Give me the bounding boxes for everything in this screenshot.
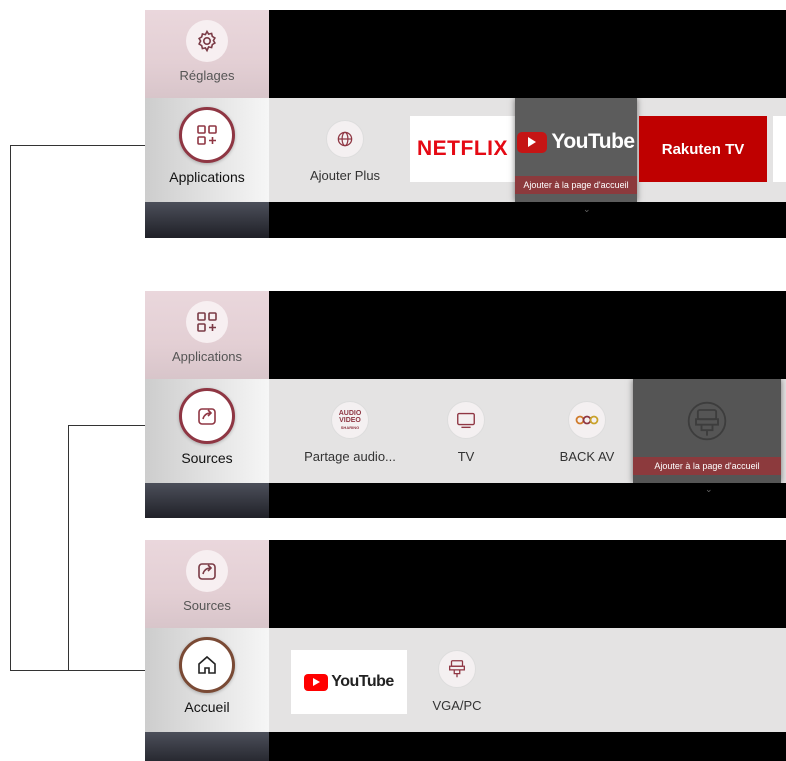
vga-icon (438, 650, 476, 688)
side-item-below (145, 483, 269, 518)
add-to-home-tooltip[interactable]: Ajouter à la page d'accueil (633, 457, 781, 475)
source-icon (179, 388, 235, 444)
item-label: Ajouter Plus (309, 168, 381, 183)
youtube-wordmark: YouTube (551, 130, 635, 153)
youtube-wordmark: YouTube (331, 673, 394, 690)
side-item-sources[interactable]: Sources (145, 379, 269, 483)
add-to-home-tooltip[interactable]: Ajouter à la page d'accueil (515, 176, 637, 194)
globe-icon (326, 120, 364, 158)
connector-line (68, 425, 69, 671)
source-item-audio-sharing[interactable]: AUDIO VIDEO SHARING Partage audio... (295, 379, 405, 483)
youtube-play-icon (304, 673, 329, 691)
home-row: Accueil YouTube VGA/PC (145, 628, 786, 732)
source-item-vga-pc[interactable]: VGA/PC (417, 628, 497, 732)
apps-icon (179, 107, 235, 163)
item-label: Partage audio... (304, 449, 396, 464)
side-item-label: Applications (171, 349, 243, 364)
badge-text: SHARING (340, 424, 360, 430)
app-row: Applications Ajouter Plus NETFLIX YouTub… (145, 98, 786, 202)
netflix-tile[interactable]: NETFLIX (410, 116, 515, 182)
item-label: BACK AV (559, 449, 615, 464)
youtube-logo: YouTube (517, 130, 635, 154)
tv-icon (447, 401, 485, 439)
youtube-play-icon (517, 131, 548, 153)
side-item-label: Applications (169, 169, 245, 185)
side-item-below (145, 202, 269, 238)
source-icon (186, 550, 228, 592)
item-label: VGA/PC (432, 698, 482, 713)
badge-text: VIDEO (339, 416, 361, 424)
apps-icon (186, 301, 228, 343)
side-item-sources[interactable]: Sources (145, 540, 269, 628)
side-item-settings[interactable]: Réglages (145, 10, 269, 98)
next-tile-partial[interactable] (773, 116, 786, 182)
item-label: TV (457, 449, 475, 464)
menu-panel-home: Sources Accueil YouTube VGA/PC (145, 540, 786, 761)
source-row: Sources AUDIO VIDEO SHARING Partage audi… (145, 379, 786, 483)
side-item-below (145, 732, 269, 761)
side-item-label: Sources (181, 450, 233, 466)
add-more-item[interactable]: Ajouter Plus (295, 98, 395, 202)
source-item-back-av[interactable]: BACK AV (542, 379, 632, 483)
side-item-label: Sources (183, 598, 231, 613)
side-item-applications[interactable]: Applications (145, 291, 269, 379)
youtube-tile[interactable]: YouTube Ajouter à la page d'accueil (515, 98, 637, 202)
side-item-applications[interactable]: Applications (145, 98, 269, 202)
connector-line (10, 670, 165, 671)
menu-panel-sources: Applications Sources AUDIO VIDEO SHARING… (145, 291, 786, 518)
audio-video-sharing-icon: AUDIO VIDEO SHARING (331, 401, 369, 439)
gear-icon (186, 20, 228, 62)
source-item-tv[interactable]: TV (421, 379, 511, 483)
netflix-logo: NETFLIX (417, 137, 508, 160)
vga-icon (687, 401, 727, 441)
youtube-logo: YouTube (304, 673, 394, 691)
chevron-down-icon: ⌄ (583, 204, 591, 214)
badge-text: AUDIO (338, 409, 362, 417)
vga-source-tile[interactable]: Ajouter à la page d'accueil (633, 379, 781, 483)
rca-connector-icon (568, 401, 606, 439)
connector-line (10, 145, 11, 671)
menu-panel-applications: Réglages Applications Ajouter Plus NETFL… (145, 10, 786, 238)
rakuten-tile[interactable]: Rakuten TV (639, 116, 767, 182)
side-item-home[interactable]: Accueil (145, 628, 269, 732)
side-item-label: Réglages (179, 68, 235, 83)
chevron-down-icon: ⌄ (705, 484, 713, 494)
rakuten-logo: Rakuten TV (661, 140, 745, 158)
youtube-tile[interactable]: YouTube (291, 650, 407, 714)
home-icon (179, 637, 235, 693)
side-item-label: Accueil (184, 699, 230, 715)
connector-line (10, 145, 160, 146)
